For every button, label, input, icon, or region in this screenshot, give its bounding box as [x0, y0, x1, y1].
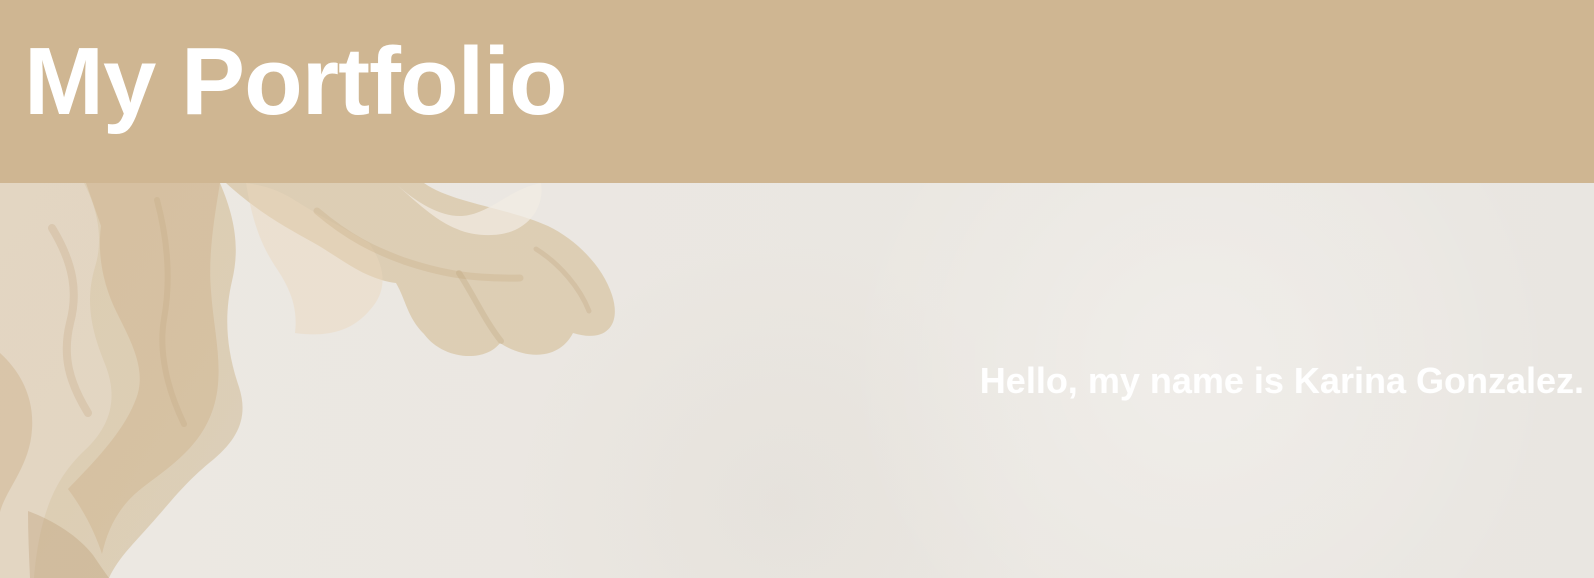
portfolio-page: My Portfolio Hello, my name is Karina Go…	[0, 0, 1594, 578]
site-title: My Portfolio	[24, 28, 568, 135]
intro-greeting: Hello, my name is Karina Gonzalez.	[979, 360, 1584, 401]
beige-painted-texture-icon	[0, 183, 615, 578]
site-header: My Portfolio	[0, 0, 1594, 183]
hero-section: Hello, my name is Karina Gonzalez.	[0, 183, 1594, 578]
